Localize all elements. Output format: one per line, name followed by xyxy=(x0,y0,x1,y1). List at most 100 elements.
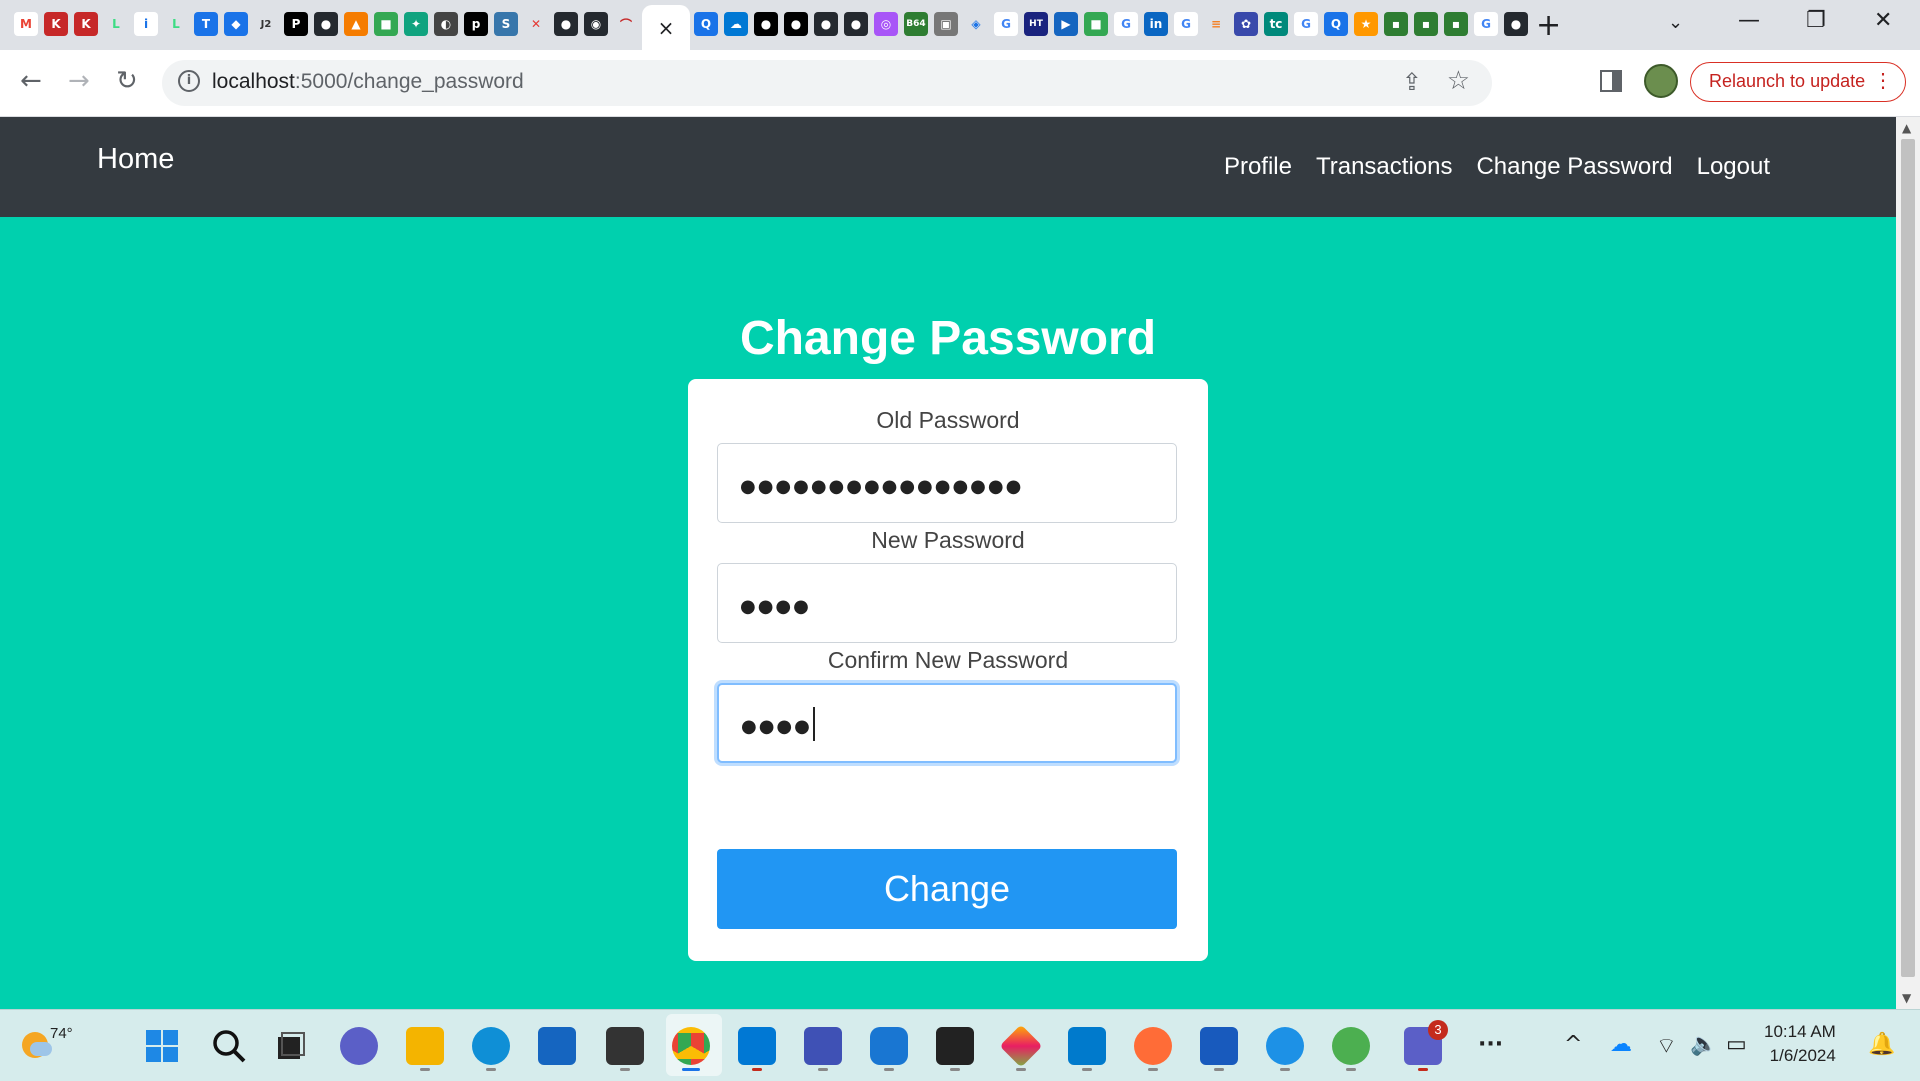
tab-github-icon[interactable]: ● xyxy=(844,12,868,36)
forward-icon[interactable]: → xyxy=(68,66,90,96)
restore-icon[interactable]: ❐ xyxy=(1806,8,1826,33)
app-globe-icon[interactable] xyxy=(1332,1027,1370,1065)
edge-icon[interactable] xyxy=(472,1027,510,1065)
tab-sheets-icon[interactable]: ▪ xyxy=(1444,12,1468,36)
confirm-password-input[interactable]: ●●●● xyxy=(717,683,1177,763)
tab-icon[interactable]: HT xyxy=(1024,12,1048,36)
tab-icon[interactable]: Q xyxy=(1324,12,1348,36)
relaunch-button[interactable]: Relaunch to update ⋮ xyxy=(1690,62,1906,102)
nav-profile[interactable]: Profile xyxy=(1224,153,1292,181)
wifi-icon[interactable]: ⌔ xyxy=(1656,1032,1677,1060)
tab-icon[interactable]: ◉ xyxy=(584,12,608,36)
tab-stackoverflow-icon[interactable]: ≡ xyxy=(1204,12,1228,36)
tab-google-icon[interactable]: G xyxy=(1294,12,1318,36)
nav-logout[interactable]: Logout xyxy=(1697,153,1770,181)
reload-icon[interactable]: ↻ xyxy=(116,66,138,96)
tab-icon[interactable]: K xyxy=(44,12,68,36)
nav-change-password[interactable]: Change Password xyxy=(1476,153,1672,181)
tab-github-icon[interactable]: ● xyxy=(554,12,578,36)
tab-github-icon[interactable]: ● xyxy=(1504,12,1528,36)
tab-icon[interactable]: ▶ xyxy=(1054,12,1078,36)
tab-meet-icon[interactable]: ■ xyxy=(374,12,398,36)
onedrive-cloud-icon[interactable]: ☁ xyxy=(1610,1032,1632,1057)
tab-info-icon[interactable]: i xyxy=(134,12,158,36)
tab-icon[interactable]: ★ xyxy=(1354,12,1378,36)
tab-icon[interactable]: T xyxy=(194,12,218,36)
notification-bell-icon[interactable]: 🔔 xyxy=(1868,1032,1895,1057)
show-hidden-icons-chevron-icon[interactable]: ^ xyxy=(1564,1032,1582,1057)
chrome-icon[interactable] xyxy=(672,1027,710,1065)
tab-linkedin-icon[interactable]: in xyxy=(1144,12,1168,36)
tab-sheets-icon[interactable]: ▪ xyxy=(1414,12,1438,36)
tab-icon[interactable]: K xyxy=(74,12,98,36)
store-icon[interactable] xyxy=(538,1027,576,1065)
tab-icon[interactable]: J2 xyxy=(254,12,278,36)
system-clock[interactable]: 10:14 AM 1/6/2024 xyxy=(1764,1020,1836,1068)
tab-chatgpt-icon[interactable]: ✦ xyxy=(404,12,428,36)
tab-icon[interactable]: Q xyxy=(694,12,718,36)
tab-icon[interactable]: ▣ xyxy=(934,12,958,36)
tab-icon[interactable]: ✿ xyxy=(1234,12,1258,36)
tab-icon[interactable]: ◎ xyxy=(874,12,898,36)
active-tab[interactable]: × xyxy=(642,5,690,50)
tab-onedrive-icon[interactable]: ☁ xyxy=(724,12,748,36)
weather-widget[interactable]: 74° xyxy=(16,1022,73,1058)
teams-chat-icon[interactable] xyxy=(340,1027,378,1065)
menu-dots-icon[interactable]: ⋮ xyxy=(1873,63,1893,100)
app-diamond-icon[interactable] xyxy=(999,1024,1043,1068)
back-icon[interactable]: ← xyxy=(20,66,42,96)
word-icon[interactable] xyxy=(1200,1027,1238,1065)
scroll-down-icon[interactable]: ▼ xyxy=(1902,991,1911,1005)
tab-google-icon[interactable]: G xyxy=(994,12,1018,36)
tab-jira-icon[interactable]: ◆ xyxy=(224,12,248,36)
profile-avatar[interactable] xyxy=(1644,64,1678,98)
bookmark-star-icon[interactable]: ☆ xyxy=(1447,66,1470,96)
tab-github-icon[interactable]: ● xyxy=(814,12,838,36)
outlook-icon[interactable] xyxy=(738,1027,776,1065)
tab-google-icon[interactable]: G xyxy=(1174,12,1198,36)
tab-google-icon[interactable]: G xyxy=(1114,12,1138,36)
page-scrollbar[interactable]: ▲ ▼ xyxy=(1896,117,1920,1009)
address-bar[interactable]: i localhost:5000/change_password ⇪ ☆ xyxy=(162,60,1492,106)
minimize-icon[interactable]: — xyxy=(1738,8,1760,33)
share-icon[interactable]: ⇪ xyxy=(1402,68,1422,96)
tab-icon[interactable]: p xyxy=(464,12,488,36)
close-tab-icon[interactable]: × xyxy=(658,16,675,40)
url-text[interactable]: localhost:5000/change_password xyxy=(212,70,524,94)
search-icon[interactable] xyxy=(210,1027,248,1065)
vscode-icon[interactable] xyxy=(1068,1027,1106,1065)
close-window-icon[interactable]: ✕ xyxy=(1874,8,1892,33)
tab-icon[interactable]: P xyxy=(284,12,308,36)
tab-icon[interactable]: tc xyxy=(1264,12,1288,36)
tab-medium-icon[interactable]: ● xyxy=(784,12,808,36)
tab-google-icon[interactable]: G xyxy=(1474,12,1498,36)
security-shield-icon[interactable] xyxy=(870,1027,908,1065)
tab-search-chevron-icon[interactable]: ⌄ xyxy=(1668,12,1683,33)
new-tab-button[interactable]: + xyxy=(1536,8,1561,43)
tab-icon[interactable]: L xyxy=(164,12,188,36)
file-explorer-icon[interactable] xyxy=(406,1027,444,1065)
task-view-icon[interactable] xyxy=(272,1027,310,1065)
nav-transactions[interactable]: Transactions xyxy=(1316,153,1453,181)
change-button[interactable]: Change xyxy=(717,849,1177,929)
tab-icon[interactable]: ▲ xyxy=(344,12,368,36)
tab-icon[interactable]: ⌒ xyxy=(614,12,638,36)
tab-github-icon[interactable]: ● xyxy=(314,12,338,36)
tab-python-icon[interactable]: S xyxy=(494,12,518,36)
tab-icon[interactable]: ✕ xyxy=(524,12,548,36)
tab-icon[interactable]: ◐ xyxy=(434,12,458,36)
tab-meet-icon[interactable]: ■ xyxy=(1084,12,1108,36)
docker-icon[interactable] xyxy=(1266,1027,1304,1065)
site-info-icon[interactable]: i xyxy=(178,70,200,92)
side-panel-icon[interactable] xyxy=(1600,70,1622,92)
remote-desktop-icon[interactable] xyxy=(804,1027,842,1065)
tab-b64-icon[interactable]: B64 xyxy=(904,12,928,36)
home-link[interactable]: Home xyxy=(97,143,174,176)
tab-icon[interactable]: L xyxy=(104,12,128,36)
postman-icon[interactable] xyxy=(1134,1027,1172,1065)
terminal-app-icon[interactable] xyxy=(606,1027,644,1065)
tab-sheets-icon[interactable]: ▪ xyxy=(1384,12,1408,36)
command-prompt-icon[interactable] xyxy=(936,1027,974,1065)
new-password-input[interactable]: ●●●● xyxy=(717,563,1177,643)
start-icon[interactable] xyxy=(143,1027,181,1065)
